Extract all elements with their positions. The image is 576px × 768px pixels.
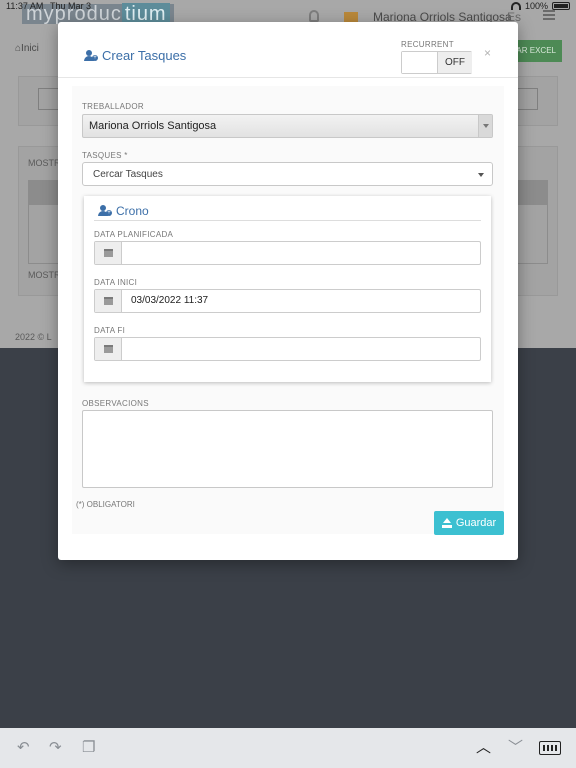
modal-title-wrap: + Crear Tasques [84,48,186,63]
user-plus-icon: + [98,205,112,217]
observacions-label: OBSERVACIONS [82,399,149,408]
chevron-down-icon[interactable] [478,173,484,177]
battery-icon [552,2,570,10]
calendar-addon[interactable] [95,242,122,264]
user-plus-icon: + [84,49,98,62]
status-bar: 11:37 AM Thu Mar 3 100% [0,0,576,14]
calendar-addon[interactable] [95,338,122,360]
tasks-label: TASQUES * [82,151,128,160]
data-inici-label: DATA INICI [94,278,138,287]
calendar-addon[interactable] [95,290,122,312]
calendar-icon [104,249,113,257]
upload-icon [441,518,452,528]
keyboard-icon[interactable] [539,741,561,755]
tasks-search-select[interactable]: Cercar Tasques [82,162,493,186]
save-button[interactable]: Guardar [434,511,504,535]
calendar-icon [104,297,113,305]
crono-header: + Crono [98,204,149,218]
data-inici-field[interactable]: 03/03/2022 11:37 [94,289,481,313]
toggle-knob[interactable] [402,52,438,73]
worker-select[interactable]: Mariona Orriols Santigosa [82,114,493,138]
show-entries-label-top: MOSTR [28,158,61,168]
worker-select-value: Mariona Orriols Santigosa [89,120,217,132]
recurrent-toggle[interactable]: OFF [401,51,472,74]
recurrent-label: RECURRENT [401,40,454,49]
redo-icon[interactable]: ↷ [49,740,62,755]
battery-percent: 100% [524,1,548,11]
paste-icon[interactable]: ❐ [82,740,95,755]
crono-title: Crono [116,204,149,218]
chevron-up-icon[interactable]: ︿ [476,740,491,755]
worker-label: TREBALLADOR [82,102,144,111]
status-time: 11:37 AM [6,1,44,11]
divider [94,220,481,221]
modal-header: + Crear Tasques RECURRENT OFF × [58,22,518,78]
data-fi-label: DATA FI [94,326,126,335]
show-entries-label-bottom: MOSTR [28,270,61,280]
chevron-down-icon[interactable] [478,115,492,137]
calendar-icon [104,345,113,353]
toggle-state[interactable]: OFF [438,52,472,73]
save-button-label: Guardar [455,517,497,529]
required-note: (*) OBLIGATORI [76,500,135,509]
undo-icon[interactable]: ↶ [17,740,30,755]
create-tasks-modal: + Crear Tasques RECURRENT OFF × TREBALLA… [58,22,518,560]
footer-copyright: 2022 © L [15,332,52,342]
crono-card: + Crono DATA PLANIFICADA DATA INICI 03/0… [84,196,491,382]
status-date: Thu Mar 3 [50,1,92,11]
observacions-textarea[interactable] [82,410,493,488]
breadcrumb[interactable]: ⌂Inici [15,43,39,54]
data-planificada-field[interactable] [94,241,481,265]
modal-title: Crear Tasques [102,48,187,63]
tasks-search-placeholder: Cercar Tasques [93,169,163,180]
status-right: 100% [510,1,570,11]
chevron-down-icon[interactable]: ﹀ [508,740,523,755]
wifi-icon [510,2,521,10]
data-inici-value: 03/03/2022 11:37 [131,295,209,306]
data-planificada-label: DATA PLANIFICADA [94,230,174,239]
data-fi-field[interactable] [94,337,481,361]
close-icon[interactable]: × [484,46,491,60]
